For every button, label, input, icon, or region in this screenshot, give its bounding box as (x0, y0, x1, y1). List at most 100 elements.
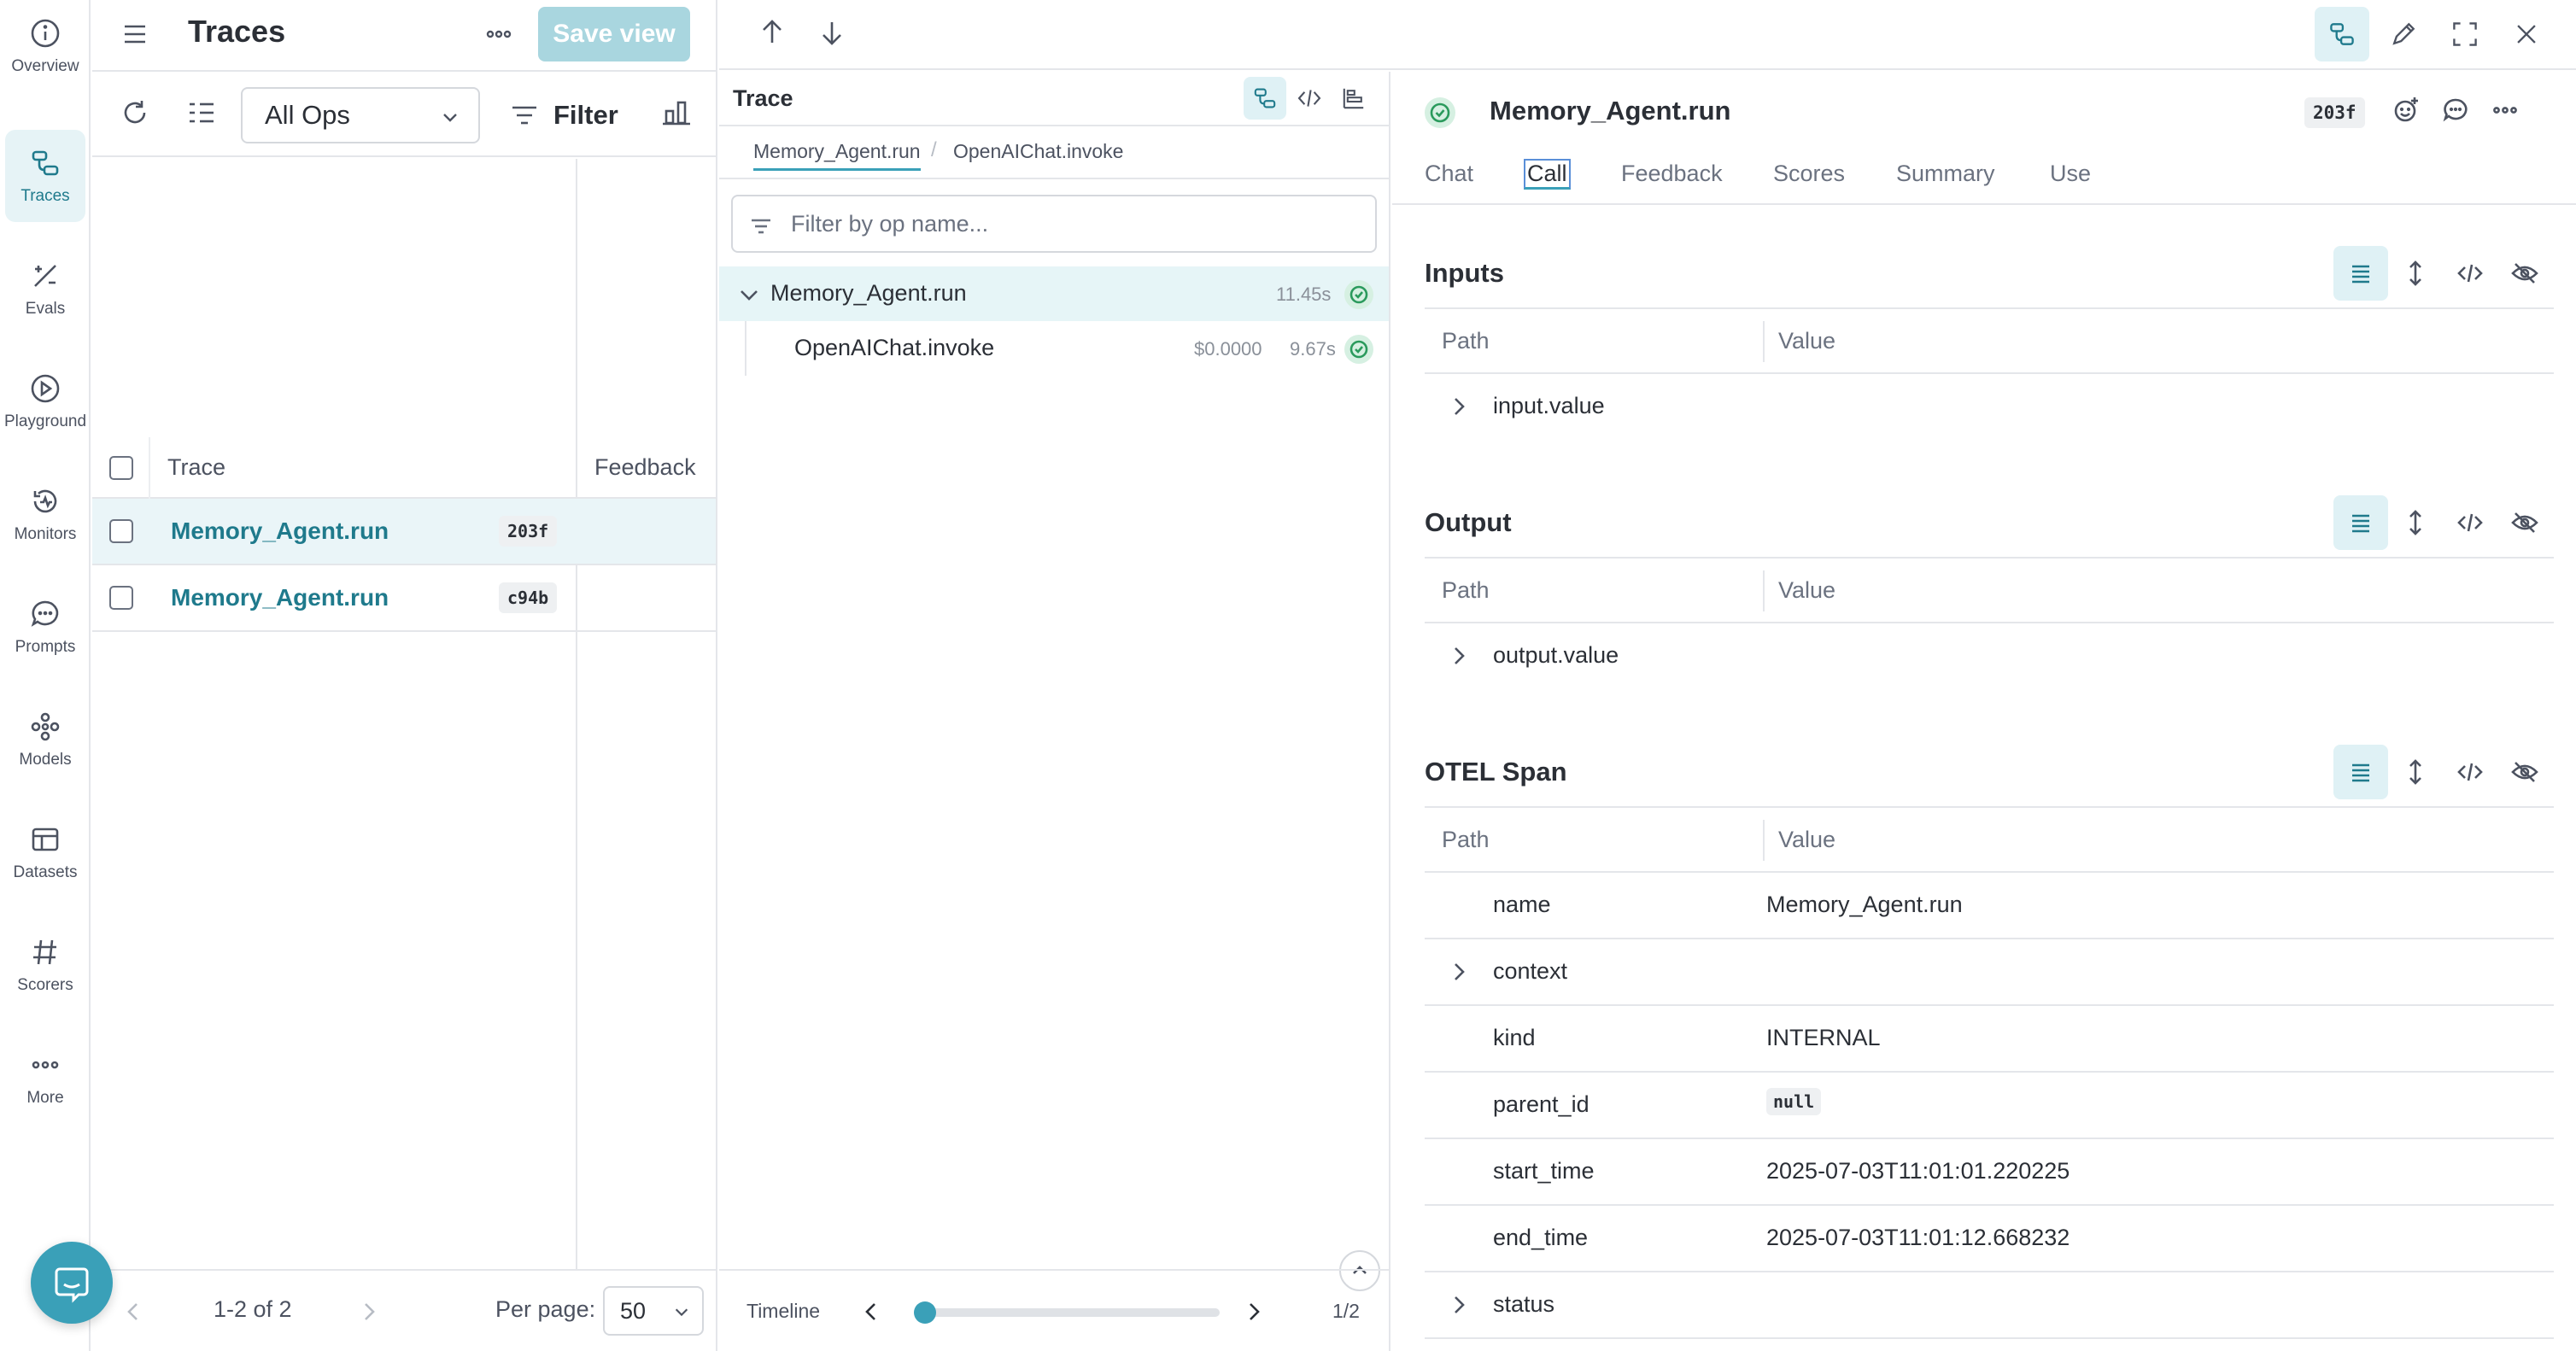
inputs-code-button[interactable] (2443, 246, 2497, 301)
otel-row[interactable]: start_time 2025-07-03T11:01:01.220225 (1425, 1139, 2554, 1206)
rail-item-overview[interactable]: Overview (5, 0, 85, 92)
timeline-next-button[interactable] (1242, 1300, 1266, 1324)
output-hide-button[interactable] (2497, 495, 2552, 550)
ellipsis-icon (486, 30, 512, 38)
chart-toggle-button[interactable] (659, 96, 697, 133)
inputs-hide-button[interactable] (2497, 246, 2552, 301)
tab-use[interactable]: Use (2050, 161, 2091, 187)
rail-item-datasets[interactable]: Datasets (5, 806, 85, 898)
row-checkbox[interactable] (109, 519, 133, 543)
breadcrumb-separator: / (931, 138, 937, 161)
edit-button[interactable] (2376, 7, 2431, 61)
column-header-trace[interactable]: Trace (167, 454, 225, 481)
eye-off-icon (2511, 762, 2538, 782)
table-row[interactable]: Memory_Agent.run c94b (92, 565, 716, 632)
fullscreen-button[interactable] (2438, 7, 2492, 61)
otel-expand-button[interactable] (2388, 745, 2443, 799)
next-page-button[interactable] (357, 1300, 381, 1324)
prev-page-button[interactable] (121, 1300, 145, 1324)
traces-options-button[interactable] (482, 17, 516, 51)
expand-vertical-icon (2409, 759, 2421, 785)
models-icon (31, 712, 60, 741)
table-row[interactable]: Memory_Agent.run 203f (92, 499, 716, 565)
rail-item-playground[interactable]: Playground (4, 355, 86, 447)
rail-item-models[interactable]: Models (5, 693, 85, 786)
output-code-button[interactable] (2443, 495, 2497, 550)
code-view-button[interactable] (1288, 77, 1331, 120)
output-expand-button[interactable] (2388, 495, 2443, 550)
tab-chat[interactable]: Chat (1425, 161, 1473, 187)
breadcrumb-item[interactable]: OpenAIChat.invoke (953, 140, 1123, 163)
otel-code-button[interactable] (2443, 745, 2497, 799)
expand-row-button[interactable] (1447, 395, 1471, 418)
add-comment-button[interactable] (2441, 96, 2475, 130)
refresh-button[interactable] (118, 96, 155, 133)
filter-button[interactable]: Filter (509, 87, 618, 143)
comment-icon (2443, 98, 2468, 122)
collapse-node-button[interactable] (738, 284, 760, 306)
ops-select[interactable]: All Ops (241, 87, 480, 143)
rail-item-scorers[interactable]: Scorers (5, 919, 85, 1011)
trace-view-toggle[interactable] (2315, 7, 2369, 61)
hamburger-icon (125, 25, 145, 44)
otel-list-view-button[interactable] (2333, 745, 2388, 799)
support-chat-button[interactable] (31, 1242, 113, 1324)
chevron-right-icon (1250, 1303, 1260, 1320)
ellipsis-icon (2493, 107, 2517, 114)
output-row[interactable]: output.value (1425, 623, 2554, 690)
close-button[interactable] (2499, 7, 2554, 61)
otel-row[interactable]: parent_id null (1425, 1073, 2554, 1139)
timeline-slider-thumb[interactable] (914, 1301, 936, 1324)
filter-label: Filter (553, 100, 618, 130)
path-value: 2025-07-03T11:01:12.668232 (1766, 1225, 2070, 1250)
tab-feedback[interactable]: Feedback (1621, 161, 1723, 187)
otel-row[interactable]: status (1425, 1272, 2554, 1339)
trace-name-link[interactable]: Memory_Agent.run (171, 518, 389, 545)
rail-item-monitors[interactable]: Monitors (5, 468, 85, 560)
timeline-slider[interactable] (914, 1301, 1220, 1324)
call-options-button[interactable] (2491, 96, 2525, 130)
traces-icon (32, 150, 59, 176)
input-row[interactable]: input.value (1425, 374, 2554, 441)
otel-row[interactable]: name Memory_Agent.run (1425, 873, 2554, 939)
op-filter-input[interactable] (791, 207, 1355, 241)
columns-button[interactable] (184, 96, 222, 133)
rail-item-traces[interactable]: Traces (5, 130, 85, 222)
breadcrumb: Memory_Agent.run / OpenAIChat.invoke (719, 125, 1389, 179)
otel-row[interactable]: context (1425, 939, 2554, 1006)
expand-row-button[interactable] (1447, 960, 1471, 984)
column-header-feedback[interactable]: Feedback (594, 454, 696, 481)
rail-item-more[interactable]: More (5, 1032, 85, 1124)
timeline-prev-button[interactable] (859, 1300, 883, 1324)
inputs-list-view-button[interactable] (2333, 246, 2388, 301)
otel-row[interactable]: kind INTERNAL (1425, 1006, 2554, 1073)
expand-row-button[interactable] (1447, 1293, 1471, 1317)
trace-name-link[interactable]: Memory_Agent.run (171, 584, 389, 611)
tree-node[interactable]: OpenAIChat.invoke $0.0000 9.67s (719, 321, 1389, 376)
tree-guide-line (745, 321, 746, 376)
timeline-view-button[interactable] (1332, 77, 1375, 120)
inputs-expand-button[interactable] (2388, 246, 2443, 301)
output-list-view-button[interactable] (2333, 495, 2388, 550)
rail-item-prompts[interactable]: Prompts (5, 581, 85, 673)
nav-rail: Overview Traces Evals Playground Monitor… (0, 0, 91, 1351)
expand-row-button[interactable] (1447, 644, 1471, 668)
select-all-checkbox[interactable] (109, 456, 133, 480)
previous-trace-button[interactable] (757, 17, 791, 51)
save-view-button[interactable]: Save view (538, 7, 690, 61)
otel-hide-button[interactable] (2497, 745, 2552, 799)
row-checkbox[interactable] (109, 586, 133, 610)
add-reaction-button[interactable] (2392, 96, 2426, 130)
tree-node[interactable]: Memory_Agent.run 11.45s (719, 266, 1389, 321)
menu-toggle-button[interactable] (120, 19, 154, 50)
tab-call[interactable]: Call (1524, 159, 1571, 190)
list-icon (2352, 763, 2369, 782)
tab-scores[interactable]: Scores (1773, 161, 1845, 187)
rail-item-evals[interactable]: Evals (5, 243, 85, 335)
breadcrumb-item[interactable]: Memory_Agent.run (753, 140, 921, 171)
tree-view-button[interactable] (1244, 77, 1286, 120)
tab-summary[interactable]: Summary (1896, 161, 1995, 187)
per-page-select[interactable]: 50 (603, 1286, 704, 1336)
next-trace-button[interactable] (817, 17, 851, 51)
otel-row[interactable]: end_time 2025-07-03T11:01:12.668232 (1425, 1206, 2554, 1272)
